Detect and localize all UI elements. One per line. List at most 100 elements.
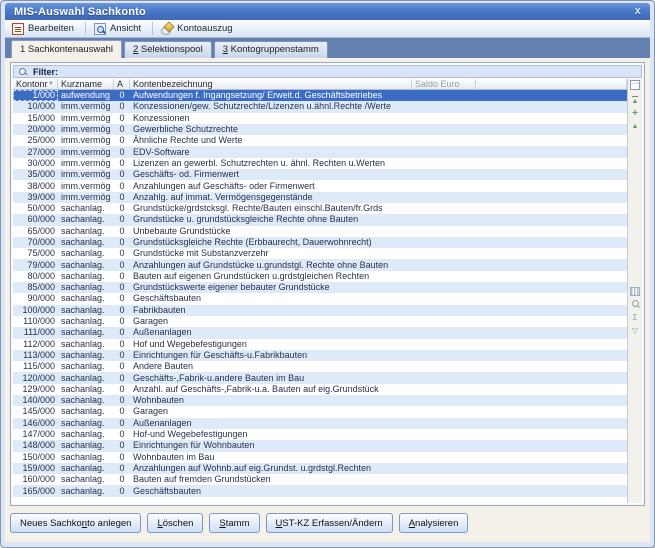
tab-selektionspool[interactable]: 2 Selektionspool xyxy=(124,41,212,58)
table-row[interactable]: 79/000sachanlag.0Anzahlungen auf Grundst… xyxy=(13,259,627,270)
close-icon[interactable]: x xyxy=(632,6,644,17)
table-row[interactable]: 110/000sachanlag.0Garagen xyxy=(13,316,627,327)
table-row[interactable]: 80/000sachanlag.0Bauten auf eigenen Grun… xyxy=(13,271,627,282)
table-row[interactable]: 85/000sachanlag.0Grundstückswerte eigene… xyxy=(13,282,627,293)
toolbar-item-statement[interactable]: Kontoauszug xyxy=(158,22,238,36)
table-row[interactable]: 35/000imm.vermög0Geschäfts- od. Firmenwe… xyxy=(13,169,627,180)
cell-archiv: 0 xyxy=(114,350,130,361)
cell-kontenbezeichnung: Bauten auf eigenen Grundstücken u.grdstg… xyxy=(130,271,412,282)
column-header-saldo-euro[interactable]: Saldo Euro xyxy=(412,79,476,89)
table-row[interactable]: 50/000sachanlag.0Grundstücke/grdstcksgl.… xyxy=(13,203,627,214)
cell-archiv: 0 xyxy=(114,327,130,338)
cell-kontenbezeichnung: EDV-Software xyxy=(130,147,412,158)
stamm-button[interactable]: Stamm xyxy=(209,513,259,533)
neues-sachkonto-anlegen-button[interactable]: Neues Sachkonto anlegen xyxy=(10,513,141,533)
cell-kontonr: 112/000 xyxy=(13,339,58,350)
table-row[interactable]: 10/000imm.vermög0Konzessionen/gew. Schut… xyxy=(13,101,627,112)
cell-kontonr: 35/000 xyxy=(13,169,58,180)
cell-kontonr: 148/000 xyxy=(13,440,58,451)
cell-kurzname: sachanlag. xyxy=(58,418,114,429)
tab-kontogruppenstamm[interactable]: 3 Kontogruppenstamm xyxy=(214,41,328,58)
table-row[interactable]: 15/000imm.vermög0Konzessionen xyxy=(13,113,627,124)
cell-kontenbezeichnung: Garagen xyxy=(130,406,412,417)
table-row[interactable]: 113/000sachanlag.0Einrichtungen für Gesc… xyxy=(13,350,627,361)
cell-kurzname: sachanlag. xyxy=(58,316,114,327)
cell-archiv: 0 xyxy=(114,373,130,384)
cell-kurzname: imm.vermög xyxy=(58,124,114,135)
search-icon[interactable] xyxy=(630,299,641,310)
columns-icon[interactable] xyxy=(630,286,641,297)
table-row[interactable]: 120/000sachanlag.0Geschäfts-,Fabrik-u.an… xyxy=(13,372,627,383)
cell-kontonr: 79/000 xyxy=(13,260,58,271)
cell-kurzname: sachanlag. xyxy=(58,282,114,293)
cell-archiv: 0 xyxy=(114,486,130,497)
table-row[interactable]: 39/000imm.vermög0Anzahlg. auf immat. Ver… xyxy=(13,192,627,203)
table-row[interactable]: 25/000imm.vermög0Ähnliche Rechte und Wer… xyxy=(13,135,627,146)
table-row[interactable]: 129/000sachanlag.0Anzahl. auf Geschäfts-… xyxy=(13,384,627,395)
column-header-empty[interactable] xyxy=(476,79,627,89)
table-row[interactable]: 159/000sachanlag.0Anzahlungen auf Wohnb.… xyxy=(13,463,627,474)
table-row[interactable]: 145/000sachanlag.0Garagen xyxy=(13,406,627,417)
table-row[interactable]: 65/000sachanlag.0Unbebaute Grundstücke xyxy=(13,226,627,237)
toolbar-item-edit[interactable]: Bearbeiten xyxy=(9,22,80,36)
table-row[interactable]: 165/000sachanlag.0Geschäftsbauten xyxy=(13,485,627,496)
view-icon xyxy=(94,23,106,35)
filter-funnel-icon[interactable] xyxy=(630,325,641,336)
table-row[interactable]: 70/000sachanlag.0Grundstücksgleiche Rech… xyxy=(13,237,627,248)
table-row[interactable]: 115/000sachanlag.0Andere Bauten xyxy=(13,361,627,372)
cell-archiv: 0 xyxy=(114,90,130,101)
table-row[interactable]: 38/000imm.vermög0Anzahlungen auf Geschäf… xyxy=(13,180,627,191)
table-row[interactable]: 111/000sachanlag.0Außenanlagen xyxy=(13,327,627,338)
cell-kontenbezeichnung: Geschäftsbauten xyxy=(130,293,412,304)
tab-sachkontenauswahl[interactable]: 1 Sachkontenauswahl xyxy=(11,40,122,58)
table-row[interactable]: 147/000sachanlag.0Hof-und Wegebefestigun… xyxy=(13,429,627,440)
statement-icon xyxy=(161,23,173,35)
cell-archiv: 0 xyxy=(114,124,130,135)
edit-icon xyxy=(12,23,24,35)
cell-kurzname: imm.vermög xyxy=(58,158,114,169)
table-row[interactable]: 160/000sachanlag.0Bauten auf fremden Gru… xyxy=(13,474,627,485)
toolbar-item-label: Bearbeiten xyxy=(28,23,74,34)
table-row[interactable]: 150/000sachanlag.0Wohnbauten im Bau xyxy=(13,452,627,463)
column-header-a[interactable]: A xyxy=(114,79,130,89)
cell-archiv: 0 xyxy=(114,418,130,429)
column-header-kurzname[interactable]: Kurzname xyxy=(58,79,114,89)
filter-bar[interactable]: Filter: xyxy=(13,65,642,78)
goto-top-icon[interactable] xyxy=(630,95,641,106)
toolbar-item-view[interactable]: Ansicht xyxy=(91,22,147,36)
ust-kz-erfassen-ndern-button[interactable]: UST-KZ Erfassen/Ändern xyxy=(266,513,393,533)
table-row[interactable]: 27/000imm.vermög0EDV-Software xyxy=(13,146,627,157)
sum-icon[interactable] xyxy=(630,312,641,323)
table-row[interactable]: 30/000imm.vermög0Lizenzen an gewerbl. Sc… xyxy=(13,158,627,169)
table-row[interactable]: 75/000sachanlag.0Grundstücke mit Substan… xyxy=(13,248,627,259)
table-row[interactable]: 140/000sachanlag.0Wohnbauten xyxy=(13,395,627,406)
table-row[interactable]: 1/000aufwendung0Aufwendungen f. Ingangse… xyxy=(13,90,627,101)
cell-kontonr: 113/000 xyxy=(13,350,58,361)
l-schen-button[interactable]: Löschen xyxy=(147,513,203,533)
cell-kontonr: 147/000 xyxy=(13,429,58,440)
cell-kontenbezeichnung: Lizenzen an gewerbl. Schutzrechten u. äh… xyxy=(130,158,412,169)
cell-kurzname: sachanlag. xyxy=(58,373,114,384)
table-row[interactable]: 90/000sachanlag.0Geschäftsbauten xyxy=(13,293,627,304)
table-row[interactable]: 112/000sachanlag.0Hof und Wegebefestigun… xyxy=(13,339,627,350)
table-row[interactable]: 60/000sachanlag.0Grundstücke u. grundstü… xyxy=(13,214,627,225)
cell-kontonr: 39/000 xyxy=(13,192,58,203)
analysieren-button[interactable]: Analysieren xyxy=(399,513,469,533)
column-chooser-icon[interactable] xyxy=(630,80,640,90)
table-row[interactable]: 148/000sachanlag.0Einrichtungen für Wohn… xyxy=(13,440,627,451)
cell-kontenbezeichnung: Gewerbliche Schutzrechte xyxy=(130,124,412,135)
scroll-up-icon[interactable] xyxy=(630,121,641,132)
filter-input[interactable] xyxy=(64,66,637,77)
cell-kontenbezeichnung: Einrichtungen für Geschäfts-u.Fabrikbaut… xyxy=(130,350,412,361)
column-header-kontonr-[interactable]: Kontonr.▼ xyxy=(13,79,58,89)
cell-archiv: 0 xyxy=(114,474,130,485)
column-header-kontenbezeichnung[interactable]: Kontenbezeichnung xyxy=(130,79,412,89)
table-row[interactable]: 146/000sachanlag.0Außenanlagen xyxy=(13,418,627,429)
cell-archiv: 0 xyxy=(114,214,130,225)
add-icon[interactable] xyxy=(630,108,641,119)
table-row[interactable]: 20/000imm.vermög0Gewerbliche Schutzrecht… xyxy=(13,124,627,135)
cell-kontonr: 100/000 xyxy=(13,305,58,316)
table-row[interactable]: 100/000sachanlag.0Fabrikbauten xyxy=(13,305,627,316)
cell-kontonr: 110/000 xyxy=(13,316,58,327)
cell-kurzname: sachanlag. xyxy=(58,248,114,259)
